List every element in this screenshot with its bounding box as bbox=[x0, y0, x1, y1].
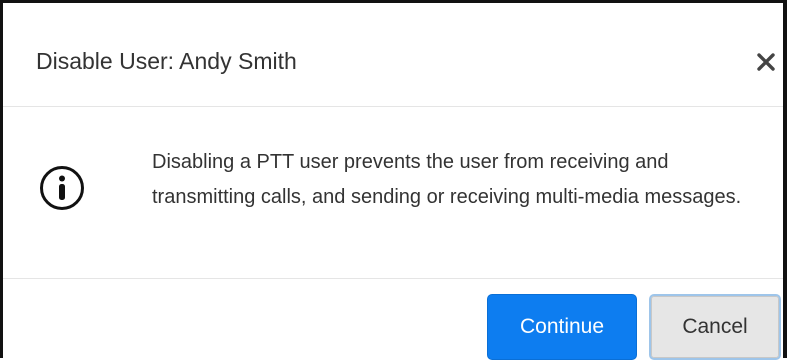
close-icon bbox=[757, 53, 775, 71]
dialog-message: Disabling a PTT user prevents the user f… bbox=[152, 151, 742, 208]
dialog-header: Disable User: Andy Smith bbox=[3, 3, 783, 107]
dialog-title: Disable User: Andy Smith bbox=[36, 48, 297, 74]
close-button[interactable] bbox=[751, 47, 781, 77]
dialog-body: Disabling a PTT user prevents the user f… bbox=[3, 107, 783, 279]
info-circle-icon bbox=[40, 166, 84, 210]
disable-user-dialog: Disable User: Andy Smith Disabling a PTT… bbox=[0, 0, 787, 361]
cancel-button[interactable]: Cancel bbox=[649, 294, 781, 360]
dialog-footer: Continue Cancel bbox=[3, 279, 783, 361]
continue-button[interactable]: Continue bbox=[487, 294, 637, 360]
